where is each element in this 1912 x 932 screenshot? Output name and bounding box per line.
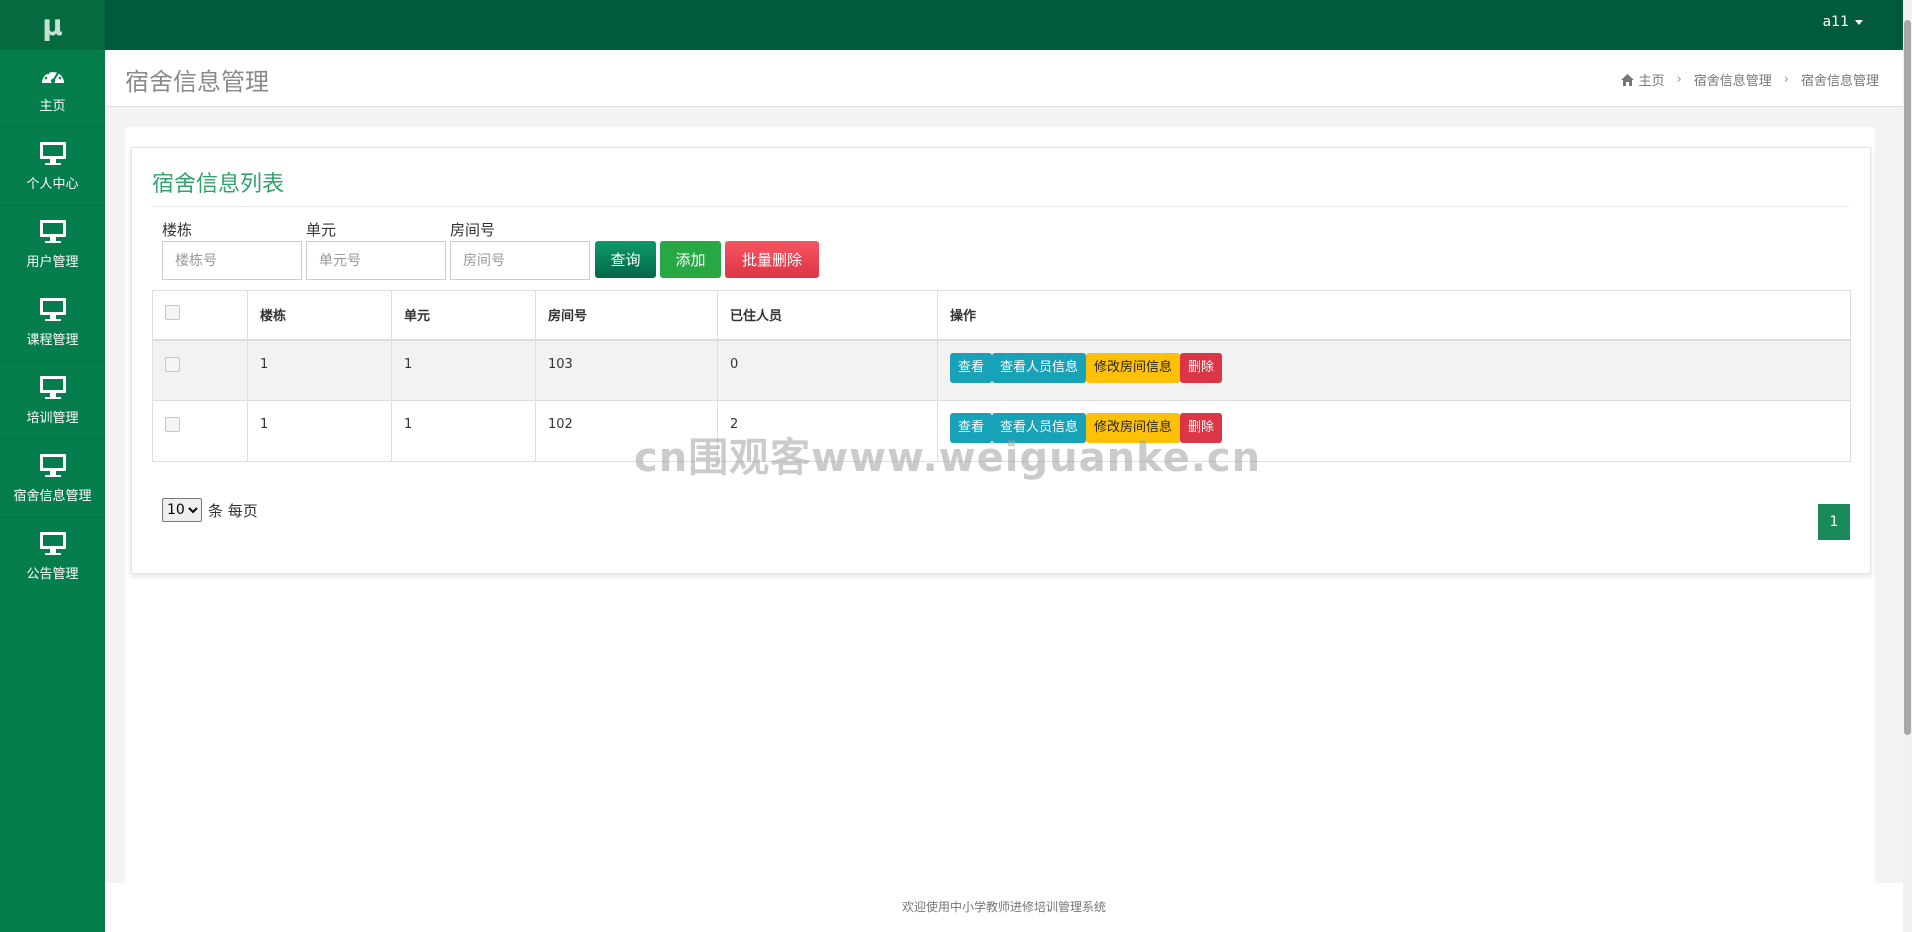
sidebar-item-label: 主页 (39, 99, 66, 114)
sidebar-item-label: 课程管理 (26, 333, 79, 348)
username: a11 (1822, 14, 1849, 30)
page-header: 宿舍信息管理 主页 › 宿舍信息管理 › 宿舍信息管理 (105, 50, 1903, 107)
page-size-select[interactable]: 10 (162, 498, 202, 522)
sidebar-item-user-management[interactable]: 用户管理 (0, 206, 105, 284)
delete-button[interactable]: 删除 (1180, 352, 1223, 383)
sidebar-item-label: 宿舍信息管理 (13, 489, 92, 504)
unit-input[interactable] (306, 241, 446, 280)
sidebar-item-label: 个人中心 (26, 177, 79, 192)
sidebar-item-label: 公告管理 (26, 567, 79, 582)
column-header-room: 房间号 (535, 290, 718, 341)
column-header-building: 楼栋 (247, 290, 392, 341)
row-checkbox[interactable] (165, 356, 180, 372)
monitor-icon (39, 142, 66, 165)
sidebar-item-label: 培训管理 (26, 411, 79, 426)
sidebar-item-dorm-management[interactable]: 宿舍信息管理 (0, 440, 105, 518)
edit-room-button[interactable]: 修改房间信息 (1086, 352, 1181, 383)
cell-building: 1 (247, 339, 392, 401)
scrollbar-thumb[interactable] (1904, 20, 1911, 735)
top-navbar: a11 (105, 0, 1903, 50)
delete-button[interactable]: 删除 (1180, 413, 1223, 443)
vertical-scrollbar[interactable] (1903, 0, 1912, 932)
column-header-actions: 操作 (937, 290, 1851, 341)
select-all-checkbox[interactable] (165, 305, 180, 321)
dorm-table: 楼栋 单元 房间号 已住人员 操作 1 1 103 0 查看 查看人员信息 修改房间… (152, 290, 1851, 462)
page-size-control: 10 条 每页 (162, 498, 258, 522)
cell-room: 103 (535, 339, 718, 401)
query-button[interactable]: 查询 (595, 241, 656, 278)
logo: μ (0, 0, 105, 50)
cell-unit: 1 (391, 400, 536, 462)
cell-residents: 2 (717, 400, 938, 462)
monitor-icon (39, 298, 66, 321)
view-people-button[interactable]: 查看人员信息 (992, 352, 1087, 383)
column-header-residents: 已住人员 (717, 290, 938, 341)
sidebar-item-training-management[interactable]: 培训管理 (0, 362, 105, 440)
pagination-page-button[interactable]: 1 (1818, 504, 1850, 540)
main-content: 宿舍信息列表 楼栋 单元 房间号 查询 添加 批量删除 楼栋 单元 房间号 已住… (125, 127, 1875, 883)
building-label: 楼栋 (162, 221, 193, 239)
table-row: 1 1 103 0 查看 查看人员信息 修改房间信息 删除 (152, 339, 1851, 401)
monitor-icon (39, 220, 66, 243)
edit-room-button[interactable]: 修改房间信息 (1086, 413, 1181, 443)
monitor-icon (39, 376, 66, 399)
building-input[interactable] (162, 241, 302, 280)
page-size-suffix: 条 每页 (208, 501, 258, 520)
unit-label: 单元 (306, 221, 337, 239)
page-title: 宿舍信息管理 (125, 68, 269, 96)
user-menu[interactable]: a11 (1823, 14, 1863, 30)
cell-room: 102 (535, 400, 718, 462)
view-button[interactable]: 查看 (950, 413, 993, 443)
sidebar-item-home[interactable]: 主页 (0, 50, 105, 128)
table-header-row: 楼栋 单元 房间号 已住人员 操作 (152, 290, 1851, 341)
room-input[interactable] (450, 241, 590, 280)
cell-building: 1 (247, 400, 392, 462)
add-button[interactable]: 添加 (660, 241, 721, 278)
sidebar: μ 主页 个人中心 用户管理 课程管理 培训管理 宿舍信息管理 公告管理 (0, 0, 105, 932)
footer: 欢迎使用中小学教师进修培训管理系统 (105, 883, 1903, 932)
panel-title: 宿舍信息列表 (152, 166, 1849, 207)
monitor-icon (39, 454, 66, 477)
dorm-list-panel: 宿舍信息列表 楼栋 单元 房间号 查询 添加 批量删除 楼栋 单元 房间号 已住… (131, 147, 1871, 574)
cell-actions: 查看 查看人员信息 修改房间信息 删除 (937, 400, 1851, 462)
select-all-cell (152, 290, 248, 341)
cell-residents: 0 (717, 339, 938, 401)
cell-unit: 1 (391, 339, 536, 401)
view-button[interactable]: 查看 (950, 352, 993, 383)
table-row: 1 1 102 2 查看 查看人员信息 修改房间信息 删除 (152, 400, 1851, 462)
sidebar-item-notice-management[interactable]: 公告管理 (0, 518, 105, 596)
footer-text: 欢迎使用中小学教师进修培训管理系统 (901, 900, 1106, 914)
home-icon (1620, 73, 1634, 86)
view-people-button[interactable]: 查看人员信息 (992, 413, 1087, 443)
breadcrumb-home[interactable]: 主页 (1639, 70, 1665, 89)
sidebar-item-personal-center[interactable]: 个人中心 (0, 128, 105, 206)
room-label: 房间号 (450, 221, 496, 239)
caret-down-icon (1855, 19, 1863, 25)
cell-actions: 查看 查看人员信息 修改房间信息 删除 (937, 339, 1851, 401)
monitor-icon (39, 532, 66, 555)
row-checkbox[interactable] (165, 417, 180, 432)
sidebar-item-label: 用户管理 (26, 255, 79, 270)
sidebar-item-course-management[interactable]: 课程管理 (0, 284, 105, 362)
breadcrumb-dorm-management[interactable]: 宿舍信息管理 (1694, 70, 1772, 89)
breadcrumb-current: 宿舍信息管理 (1800, 74, 1879, 89)
dashboard-icon (41, 69, 64, 84)
chevron-right-icon: › (1676, 72, 1682, 87)
breadcrumb: 主页 › 宿舍信息管理 › 宿舍信息管理 (1620, 70, 1879, 89)
column-header-unit: 单元 (391, 290, 536, 341)
chevron-right-icon: › (1783, 72, 1789, 87)
batch-delete-button[interactable]: 批量删除 (725, 241, 819, 278)
